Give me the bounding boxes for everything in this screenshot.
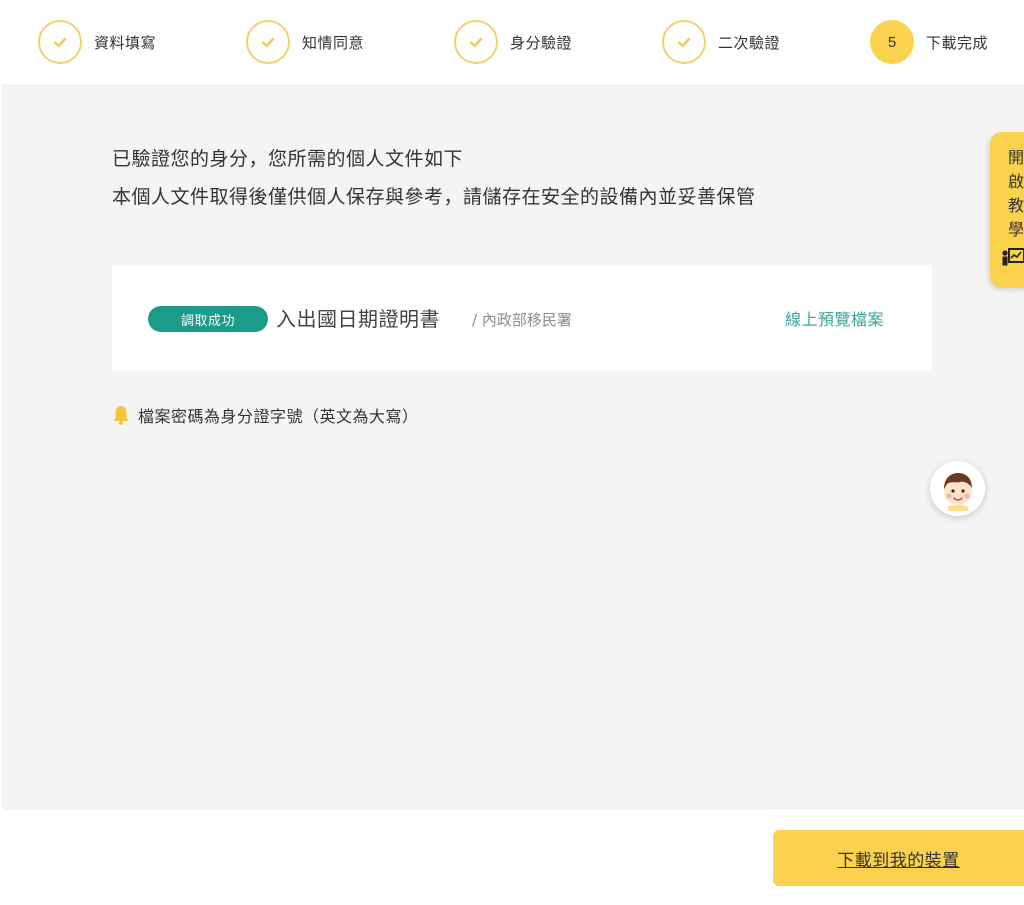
step-number: 5 xyxy=(870,20,914,64)
intro-message: 已驗證您的身分，您所需的個人文件如下 本個人文件取得後僅供個人保存與參考，請儲存… xyxy=(112,140,756,216)
step-download-complete: 5 下載完成 xyxy=(870,19,988,65)
step-consent: 知情同意 xyxy=(246,19,364,65)
document-name: 入出國日期證明書 xyxy=(276,307,440,331)
assistant-avatar-icon xyxy=(943,472,972,511)
teacher-board-icon xyxy=(1002,248,1024,266)
note-text: 檔案密碼為身分證字號（英文為大寫） xyxy=(138,407,419,426)
document-issuer: / 內政部移民署 xyxy=(472,311,572,329)
storage-notice: 本個人文件取得後僅供個人保存與參考，請儲存在安全的設備內並妥善保管 xyxy=(112,186,756,208)
footer: 下載到我的裝置 xyxy=(0,810,1024,905)
step-label: 知情同意 xyxy=(302,33,365,52)
verified-message: 已驗證您的身分，您所需的個人文件如下 xyxy=(112,148,464,170)
status-badge: 調取成功 xyxy=(148,306,268,332)
bell-icon xyxy=(113,406,129,425)
check-icon xyxy=(246,20,290,64)
assistant-avatar-button[interactable] xyxy=(930,461,985,516)
step-second-verification: 二次驗證 xyxy=(662,19,780,65)
step-data-entry: 資料填寫 xyxy=(38,19,156,65)
step-label: 身分驗證 xyxy=(510,33,573,52)
check-icon xyxy=(454,20,498,64)
step-identity-verification: 身分驗證 xyxy=(454,19,572,65)
check-icon xyxy=(38,20,82,64)
step-label: 二次驗證 xyxy=(718,33,781,52)
progress-stepper: 資料填寫 知情同意 身分驗證 二次驗證 5 下載完成 xyxy=(0,0,1024,84)
check-icon xyxy=(662,20,706,64)
password-note: 檔案密碼為身分證字號（英文為大寫） xyxy=(112,403,419,427)
tutorial-label: 開啟教學 xyxy=(1008,148,1024,239)
open-tutorial-tab[interactable]: 開啟教學 xyxy=(990,132,1024,288)
download-to-device-button[interactable]: 下載到我的裝置 xyxy=(773,830,1024,886)
step-label: 下載完成 xyxy=(926,33,989,52)
preview-file-link[interactable]: 線上預覽檔案 xyxy=(785,306,884,330)
document-card: 調取成功 入出國日期證明書 / 內政部移民署 線上預覽檔案 xyxy=(112,265,932,371)
step-label: 資料填寫 xyxy=(94,33,157,52)
